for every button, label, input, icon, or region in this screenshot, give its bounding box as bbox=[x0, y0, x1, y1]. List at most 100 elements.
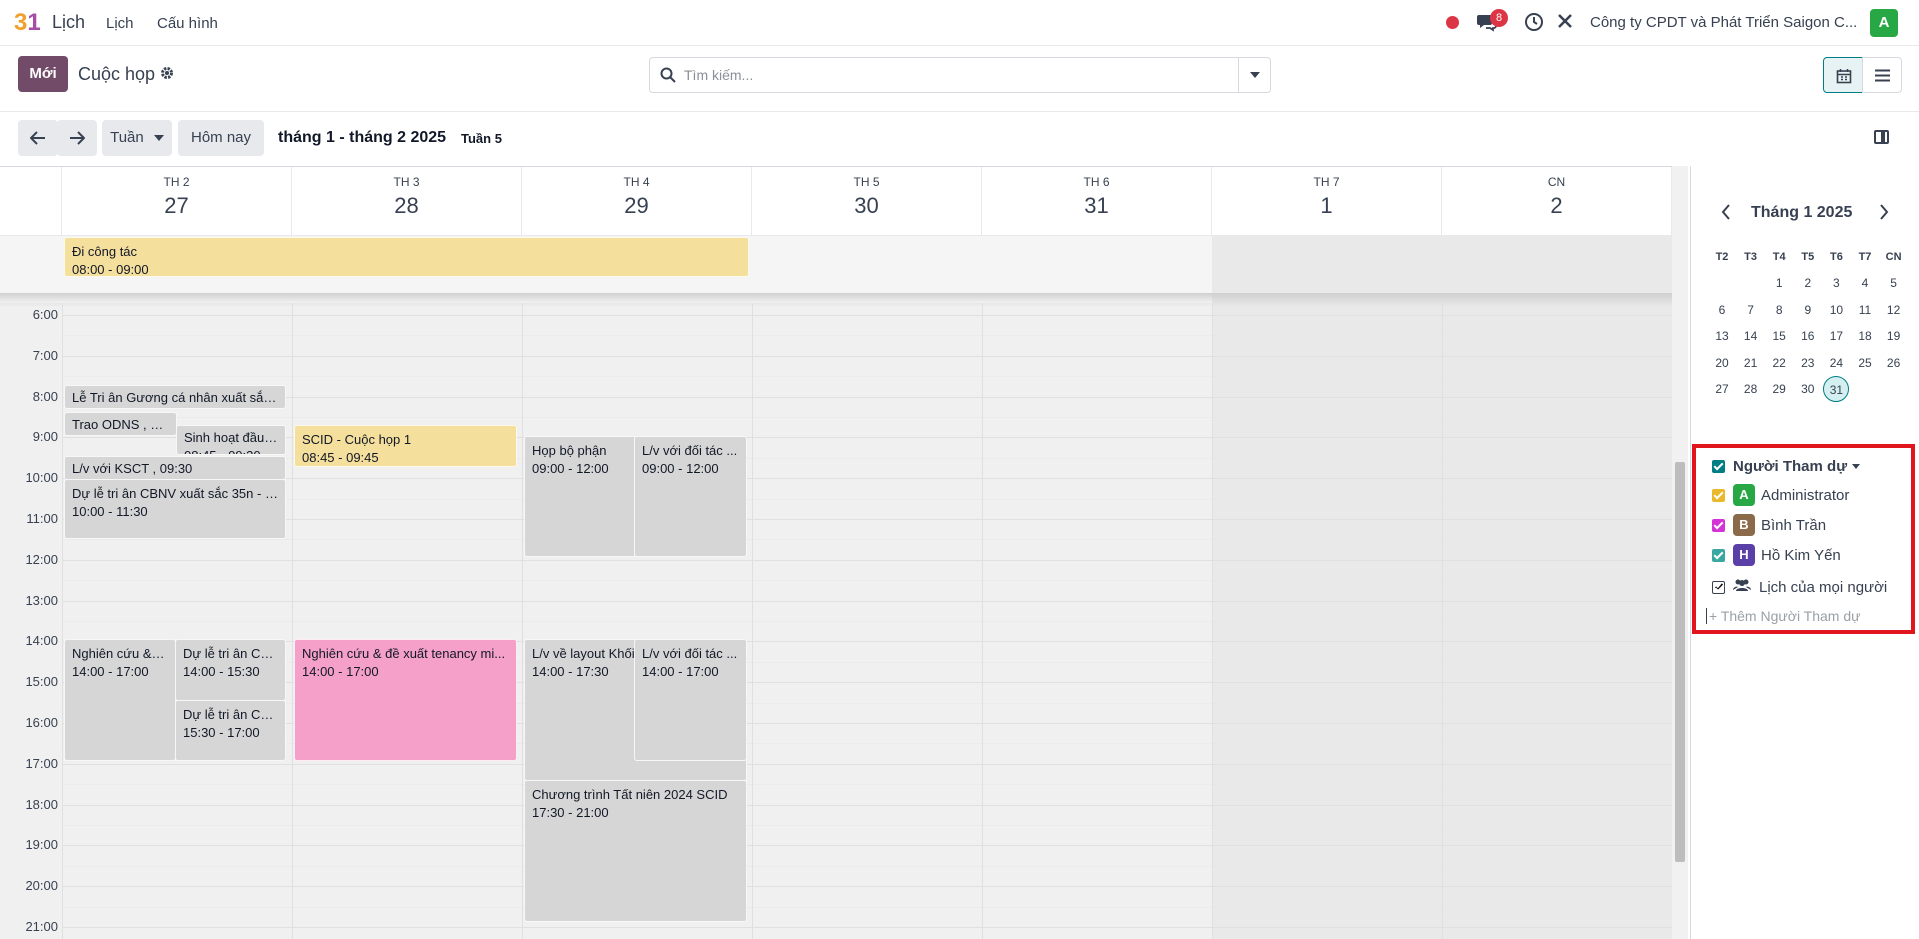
tools-icon[interactable] bbox=[1556, 12, 1574, 35]
mini-calendar-day[interactable]: 29 bbox=[1766, 376, 1792, 402]
checkbox-icon[interactable] bbox=[1712, 488, 1725, 502]
calendar-event[interactable]: Nghiên cứu & đề xuất tenancy mi... 14:00 … bbox=[294, 639, 517, 761]
gear-icon[interactable] bbox=[160, 66, 174, 84]
next-button[interactable] bbox=[57, 120, 97, 156]
calendar-event[interactable]: L/v với KSCT , 09:30 bbox=[64, 456, 286, 480]
day-header[interactable]: TH 6 31 bbox=[982, 167, 1212, 235]
all-day-event[interactable]: Đi công tác 08:00 - 09:00 bbox=[64, 237, 749, 277]
day-column-divider bbox=[752, 303, 753, 939]
mini-calendar-day[interactable]: 11 bbox=[1852, 297, 1878, 323]
checkbox-icon[interactable] bbox=[1712, 460, 1725, 473]
app-name[interactable]: Lịch bbox=[52, 12, 85, 33]
attendee-name: Bình Trần bbox=[1761, 516, 1827, 534]
attendee-filter-header[interactable]: Người Tham dự bbox=[1712, 458, 1861, 475]
search-options-toggle[interactable] bbox=[1238, 58, 1270, 92]
day-header[interactable]: TH 5 30 bbox=[752, 167, 982, 235]
attendee-filter-item[interactable]: A Administrator bbox=[1712, 484, 1849, 506]
control-panel: Mới Cuộc họp bbox=[0, 46, 1919, 112]
mini-calendar-next-icon[interactable] bbox=[1879, 204, 1889, 225]
day-header[interactable]: TH 71 bbox=[1212, 167, 1442, 235]
add-attendee-input[interactable]: + Thêm Người Tham dự bbox=[1706, 608, 1861, 624]
mini-calendar-day[interactable]: 21 bbox=[1738, 350, 1764, 376]
clock-icon[interactable] bbox=[1524, 12, 1544, 35]
today-button[interactable]: Hôm nay bbox=[178, 120, 264, 156]
mini-calendar-day[interactable]: 13 bbox=[1709, 323, 1735, 349]
day-column-divider bbox=[1212, 303, 1213, 939]
calendar-event[interactable]: Dự lễ tri ân CBNV xuất sắc 35n - C... 10:… bbox=[64, 479, 286, 539]
mini-calendar-day[interactable]: 19 bbox=[1881, 323, 1907, 349]
calendar-event[interactable]: Nghiên cứu & đề ...14:00 - 17:00 bbox=[64, 639, 176, 761]
calendar-event[interactable]: Trao ODNS , 08:30 bbox=[64, 412, 177, 436]
hour-line bbox=[62, 600, 1672, 602]
mini-calendar-day[interactable]: 16 bbox=[1795, 323, 1821, 349]
mini-calendar-day[interactable]: 2 bbox=[1795, 270, 1821, 296]
checkbox-icon[interactable] bbox=[1712, 548, 1725, 562]
mini-calendar-day[interactable]: 24 bbox=[1823, 350, 1849, 376]
day-header[interactable]: TH 2 27 bbox=[62, 167, 292, 235]
half-hour-line bbox=[62, 498, 1672, 500]
half-hour-line bbox=[62, 825, 1672, 826]
mini-calendar-day[interactable]: 9 bbox=[1795, 297, 1821, 323]
search-input[interactable] bbox=[684, 58, 1224, 92]
everyone-filter[interactable]: Lịch của mọi người bbox=[1712, 578, 1887, 596]
new-button[interactable]: Mới bbox=[18, 56, 68, 92]
mini-calendar-day[interactable]: 20 bbox=[1709, 350, 1735, 376]
mini-calendar-day[interactable]: 5 bbox=[1881, 270, 1907, 296]
mini-calendar-day[interactable]: 14 bbox=[1738, 323, 1764, 349]
mini-calendar-day[interactable]: 3 bbox=[1823, 270, 1849, 296]
menu-calendar[interactable]: Lịch bbox=[106, 15, 134, 32]
day-column-divider bbox=[522, 303, 523, 939]
mini-calendar-day[interactable]: 4 bbox=[1852, 270, 1878, 296]
mini-calendar-day[interactable]: 15 bbox=[1766, 323, 1792, 349]
calendar-event[interactable]: Lễ Tri ân Gương cá nhân xuất sắc ... bbox=[64, 385, 286, 409]
avatar: B bbox=[1733, 514, 1755, 536]
mini-calendar-day[interactable]: 1 bbox=[1766, 270, 1792, 296]
mini-calendar-day[interactable]: 27 bbox=[1709, 376, 1735, 402]
mini-calendar-day[interactable]: 12 bbox=[1881, 297, 1907, 323]
recording-indicator-icon[interactable] bbox=[1446, 16, 1459, 29]
attendee-filter-item[interactable]: H Hồ Kim Yến bbox=[1712, 544, 1841, 566]
calendar-event[interactable]: Dự lễ tri ân CB... 15:30 - 17:00 bbox=[175, 700, 286, 761]
mini-calendar-day[interactable]: 28 bbox=[1738, 376, 1764, 402]
checkbox-icon[interactable] bbox=[1712, 580, 1725, 594]
calendar-event[interactable]: L/v với đối tác ... 14:00 - 17:00 bbox=[634, 639, 747, 761]
top-navbar: 31 Lịch Lịch Cấu hình 8 Công ty CPDT và … bbox=[0, 0, 1919, 46]
mini-calendar-day[interactable]: 31 bbox=[1823, 376, 1850, 402]
mini-calendar-day[interactable]: 25 bbox=[1852, 350, 1878, 376]
mini-calendar-day[interactable]: 8 bbox=[1766, 297, 1792, 323]
attendee-filter-item[interactable]: B Bình Trần bbox=[1712, 514, 1826, 536]
week-number: Tuần 5 bbox=[461, 131, 502, 146]
sidebar-toggle-icon[interactable] bbox=[1874, 130, 1889, 144]
calendar-scrollbar[interactable] bbox=[1672, 166, 1688, 939]
arrow-right-icon bbox=[70, 131, 86, 145]
mini-calendar-day[interactable]: 17 bbox=[1823, 323, 1849, 349]
calendar-view-button[interactable] bbox=[1823, 57, 1863, 93]
day-header[interactable]: TH 4 29 bbox=[522, 167, 752, 235]
mini-calendar-day[interactable]: 23 bbox=[1795, 350, 1821, 376]
scale-dropdown[interactable]: Tuần bbox=[102, 120, 172, 156]
calendar-event[interactable]: SCID - Cuộc họp 1 08:45 - 09:45 bbox=[294, 425, 517, 467]
menu-configuration[interactable]: Cấu hình bbox=[157, 15, 218, 32]
calendar-event[interactable]: Dự lễ tri ân CB... 14:00 - 15:30 bbox=[175, 639, 286, 701]
calendar-app-logo[interactable]: 31 bbox=[14, 9, 41, 37]
list-view-button[interactable] bbox=[1862, 57, 1902, 93]
mini-calendar-day[interactable]: 26 bbox=[1881, 350, 1907, 376]
calendar-event[interactable]: L/v với đối tác ... 09:00 - 12:00 bbox=[634, 436, 747, 557]
company-switcher[interactable]: Công ty CPDT và Phát Triển Saigon C... bbox=[1590, 14, 1857, 31]
mini-calendar-day[interactable]: 6 bbox=[1709, 297, 1735, 323]
mini-calendar-day[interactable]: 18 bbox=[1852, 323, 1878, 349]
scrollbar-thumb[interactable] bbox=[1675, 462, 1685, 862]
checkbox-icon[interactable] bbox=[1712, 518, 1725, 532]
day-header[interactable]: TH 3 28 bbox=[292, 167, 522, 235]
calendar-event[interactable]: Chương trình Tất niên 2024 SCID 17:30 - 2… bbox=[524, 780, 747, 922]
calendar-event[interactable]: Sinh hoạt đầu ...08:45 - 09:30 bbox=[176, 425, 286, 455]
calendar-event[interactable]: Họp bộ phận 09:00 - 12:00 bbox=[524, 436, 636, 557]
previous-button[interactable] bbox=[18, 120, 58, 156]
mini-calendar-day[interactable]: 30 bbox=[1795, 376, 1821, 402]
user-avatar[interactable]: A bbox=[1870, 9, 1898, 37]
mini-calendar-day[interactable]: 7 bbox=[1738, 297, 1764, 323]
mini-calendar-day[interactable]: 22 bbox=[1766, 350, 1792, 376]
mini-calendar-prev-icon[interactable] bbox=[1721, 204, 1731, 225]
mini-calendar-day[interactable]: 10 bbox=[1823, 297, 1849, 323]
day-header[interactable]: CN 2 bbox=[1442, 167, 1672, 235]
